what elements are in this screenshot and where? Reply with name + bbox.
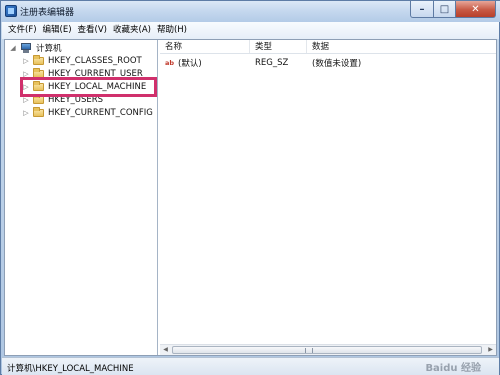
registry-values-pane[interactable]: 名称 类型 数据 ab (默认) REG_SZ (数值未设置) bbox=[160, 40, 496, 355]
registry-editor-icon bbox=[5, 5, 17, 17]
registry-tree-pane[interactable]: ◢ 计算机 ▷ HKEY_CLASSES_ROOT ▷ HKEY_CURRENT… bbox=[5, 40, 158, 355]
menu-edit[interactable]: 编辑(E) bbox=[40, 22, 75, 39]
grip-icon bbox=[305, 348, 313, 353]
tree-item-label: HKEY_CLASSES_ROOT bbox=[48, 55, 142, 66]
computer-icon bbox=[20, 42, 32, 53]
table-row[interactable]: ab (默认) REG_SZ (数值未设置) bbox=[160, 56, 496, 69]
menu-help[interactable]: 帮助(H) bbox=[154, 22, 190, 39]
string-value-icon: ab bbox=[165, 58, 175, 67]
scroll-right-icon[interactable]: ▶ bbox=[485, 345, 496, 355]
folder-icon bbox=[33, 54, 44, 65]
tree-item-computer[interactable]: ◢ 计算机 bbox=[9, 41, 62, 54]
highlight-annotation bbox=[20, 77, 157, 97]
tree-item-label: HKEY_CURRENT_CONFIG bbox=[48, 107, 153, 118]
scrollbar-thumb[interactable] bbox=[172, 346, 482, 354]
watermark-logo: Baidu 经验 bbox=[425, 363, 481, 374]
close-button[interactable]: ✕ bbox=[456, 1, 496, 18]
value-name: (默认) bbox=[178, 58, 202, 69]
list-header: 名称 类型 数据 bbox=[160, 40, 496, 54]
registry-editor-window: 注册表编辑器 – □ ✕ 文件(F) 编辑(E) 查看(V) 收藏夹(A) 帮助… bbox=[0, 0, 500, 375]
status-bar: 计算机\HKEY_LOCAL_MACHINE Baidu 经验 bbox=[2, 357, 499, 375]
column-header-name[interactable]: 名称 bbox=[160, 40, 250, 53]
menu-bar: 文件(F) 编辑(E) 查看(V) 收藏夹(A) 帮助(H) bbox=[2, 22, 499, 39]
value-data-cell: (数值未设置) bbox=[312, 58, 362, 69]
folder-icon bbox=[33, 106, 44, 117]
menu-view[interactable]: 查看(V) bbox=[75, 22, 110, 39]
tree-item-hkey-current-config[interactable]: ▷ HKEY_CURRENT_CONFIG bbox=[22, 106, 153, 119]
collapse-arrow-icon[interactable]: ◢ bbox=[9, 44, 17, 52]
column-header-type[interactable]: 类型 bbox=[250, 40, 307, 53]
title-bar[interactable]: 注册表编辑器 – □ ✕ bbox=[1, 1, 500, 22]
window-title: 注册表编辑器 bbox=[20, 8, 75, 18]
window-controls: – □ ✕ bbox=[410, 1, 496, 18]
value-type-cell: REG_SZ bbox=[255, 57, 289, 68]
expand-arrow-icon[interactable]: ▷ bbox=[22, 57, 30, 65]
expand-arrow-icon[interactable]: ▷ bbox=[22, 109, 30, 117]
tree-item-hkey-classes-root[interactable]: ▷ HKEY_CLASSES_ROOT bbox=[22, 54, 142, 67]
maximize-button[interactable]: □ bbox=[434, 1, 456, 18]
scroll-left-icon[interactable]: ◀ bbox=[160, 345, 171, 355]
status-path: 计算机\HKEY_LOCAL_MACHINE bbox=[7, 364, 134, 374]
tree-item-label: 计算机 bbox=[36, 43, 62, 54]
horizontal-scrollbar[interactable]: ◀ ▶ bbox=[160, 344, 496, 355]
menu-file[interactable]: 文件(F) bbox=[5, 22, 40, 39]
value-name-cell: ab (默认) bbox=[160, 57, 250, 69]
menu-favorites[interactable]: 收藏夹(A) bbox=[110, 22, 154, 39]
client-area: ◢ 计算机 ▷ HKEY_CLASSES_ROOT ▷ HKEY_CURRENT… bbox=[4, 39, 497, 356]
minimize-button[interactable]: – bbox=[410, 1, 434, 18]
column-header-data[interactable]: 数据 bbox=[307, 40, 496, 53]
